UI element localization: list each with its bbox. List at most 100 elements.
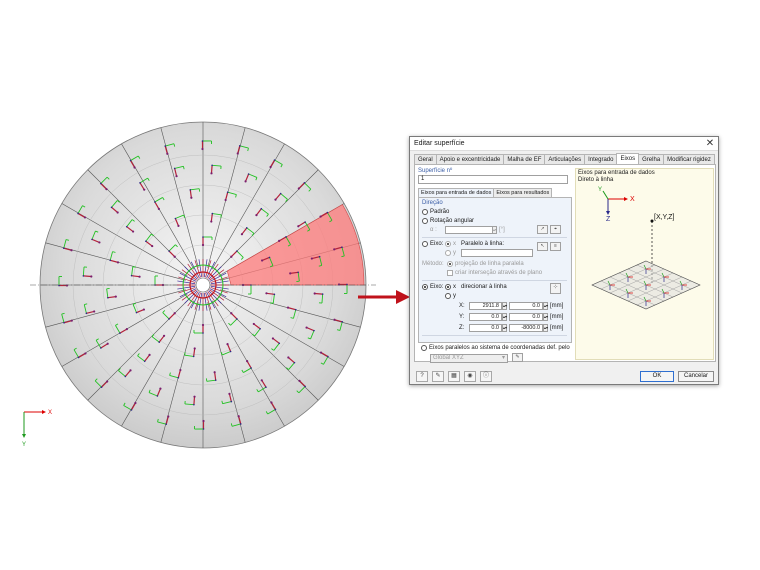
pick-angle-icon[interactable]: ↗: [537, 225, 548, 234]
radio-parallel-cs[interactable]: Eixos paralelos ao sistema de coordenada…: [421, 345, 570, 351]
local-axis-z: [129, 159, 132, 162]
axes-settings: Superfície nº 1 Eixos para entrada de da…: [418, 168, 572, 363]
coord-z2-spinner[interactable]: ▴▾: [543, 324, 548, 332]
radio-rotation-label: Rotação angular: [430, 218, 475, 224]
local-axis-z: [230, 400, 233, 403]
local-axis-z: [100, 182, 102, 185]
alpha-spinner[interactable]: ▴▾: [492, 226, 497, 234]
parallel-line-field[interactable]: [461, 249, 533, 257]
radio-axis-parallel-button[interactable]: [422, 241, 428, 247]
local-axis-z: [119, 332, 121, 334]
list-lines-icon[interactable]: ≡: [550, 242, 561, 251]
local-axis-z: [100, 386, 103, 388]
model-viewport[interactable]: X Y: [0, 0, 400, 460]
tab-modify-stiffness[interactable]: Modificar rigidez: [663, 154, 715, 164]
local-axis-head: [106, 342, 109, 345]
method-label: Método:: [422, 261, 444, 267]
parallel-axis-x[interactable]: x: [445, 241, 456, 247]
surface-number-field[interactable]: 1: [418, 175, 568, 184]
radio-rotation[interactable]: Rotação angular: [422, 218, 474, 224]
local-axis-head: [151, 244, 154, 248]
method-projection[interactable]: projeção de linha paralela: [447, 261, 524, 267]
coord-z2-input[interactable]: -8000.0: [509, 324, 543, 332]
direct-y-radio[interactable]: [445, 293, 451, 299]
radio-axis-direct[interactable]: Eixo:: [422, 284, 443, 290]
radio-parallel-cs-button[interactable]: [421, 345, 427, 351]
tab-support-eccentricity[interactable]: Apoio e excentricidade: [435, 154, 505, 164]
tab-fe-mesh[interactable]: Malha de EF: [503, 154, 546, 164]
tab-general[interactable]: Geral: [414, 154, 437, 164]
local-axis-z: [130, 409, 133, 411]
parallel-axis-y[interactable]: y: [445, 250, 456, 256]
local-axis-z: [268, 256, 271, 259]
direct-x-radio[interactable]: [445, 284, 451, 290]
coord-x2-spinner[interactable]: ▴▾: [543, 302, 548, 310]
table-icon[interactable]: ▦: [448, 371, 460, 382]
dialog-title: Editar superfície: [414, 140, 465, 147]
coord-y-unit: [mm]: [550, 314, 564, 320]
subtab-result-axes[interactable]: Eixos para resultados: [493, 188, 553, 197]
direct-axis-y[interactable]: y: [445, 293, 456, 299]
ok-button[interactable]: OK: [640, 371, 674, 382]
pick-point-icon[interactable]: ⊹: [550, 283, 561, 294]
local-axis-z: [125, 225, 128, 228]
local-axis-head: [148, 353, 151, 357]
radio-axis-parallel[interactable]: Eixo:: [422, 241, 443, 247]
local-axis-z: [168, 318, 170, 320]
pick-angle2-icon[interactable]: ⌖: [550, 225, 561, 234]
subtab-input-axes[interactable]: Eixos para entrada de dados: [418, 188, 495, 197]
info-icon[interactable]: ⓘ: [480, 371, 492, 382]
tab-axes[interactable]: Eixos: [616, 153, 640, 164]
surface-number-label: Superfície nº: [418, 168, 453, 174]
local-axis-z: [124, 375, 127, 378]
tab-hinges[interactable]: Articulações: [544, 154, 586, 164]
local-axis-z: [156, 395, 159, 397]
local-axis-z: [304, 221, 306, 223]
parallel-y-radio[interactable]: [445, 250, 451, 256]
cancel-button[interactable]: Cancelar: [678, 371, 714, 382]
tab-grid[interactable]: Grelha: [638, 154, 665, 164]
local-axis-head: [310, 257, 313, 260]
local-axis-z: [139, 182, 141, 184]
local-axis-z: [226, 191, 229, 194]
help-icon[interactable]: ?: [416, 371, 428, 382]
coord-z1-input[interactable]: 0.0: [469, 324, 502, 332]
local-axis-z: [327, 355, 329, 358]
coord-x1-input[interactable]: 2911.8: [469, 302, 502, 310]
parallel-x-radio[interactable]: [445, 241, 451, 247]
method-projection-radio[interactable]: [447, 261, 453, 267]
local-axis-z: [82, 275, 85, 277]
direct-axis-x[interactable]: x: [445, 284, 456, 290]
preview-surface-grid: [591, 260, 701, 310]
coord-x2-input[interactable]: 0.0: [509, 302, 543, 310]
edit-icon[interactable]: ✎: [432, 371, 444, 382]
local-axis-head: [93, 310, 96, 313]
coord-y2-input[interactable]: 0.0: [509, 313, 543, 321]
radio-axis-direct-button[interactable]: [422, 284, 428, 290]
coordinate-system-select[interactable]: Global XYZ ▾: [430, 354, 508, 363]
local-axis-head: [173, 312, 176, 315]
tab-integrated[interactable]: Integrado: [584, 154, 618, 164]
method-plane-checkbox[interactable]: [447, 270, 453, 276]
method-plane-intersection[interactable]: criar interseção através de plano: [447, 270, 542, 276]
edit-cs-icon[interactable]: ✎: [512, 353, 523, 362]
alpha-input[interactable]: [445, 226, 493, 234]
radio-rotation-button[interactable]: [422, 218, 428, 224]
coord-y2-spinner[interactable]: ▴▾: [543, 313, 548, 321]
radio-default[interactable]: Padrão: [422, 209, 449, 215]
local-axis-head: [142, 308, 145, 311]
parallel-y-label: y: [453, 250, 456, 256]
local-axis-z: [202, 332, 204, 334]
coord-y1-input[interactable]: 0.0: [469, 313, 502, 321]
radio-default-button[interactable]: [422, 209, 428, 215]
view-icon[interactable]: ◉: [464, 371, 476, 382]
local-axis-z: [201, 140, 204, 142]
circular-surface-model[interactable]: X Y: [0, 0, 400, 460]
coord-y1-spinner[interactable]: ▴▾: [502, 313, 507, 321]
close-icon[interactable]: ✕: [702, 138, 718, 150]
direct-to-line-label: direcionar à linha: [461, 284, 507, 290]
local-axis-z: [91, 238, 93, 241]
coord-x1-spinner[interactable]: ▴▾: [502, 302, 507, 310]
pick-line-icon[interactable]: ↖: [537, 242, 548, 251]
coord-z1-spinner[interactable]: ▴▾: [502, 324, 507, 332]
